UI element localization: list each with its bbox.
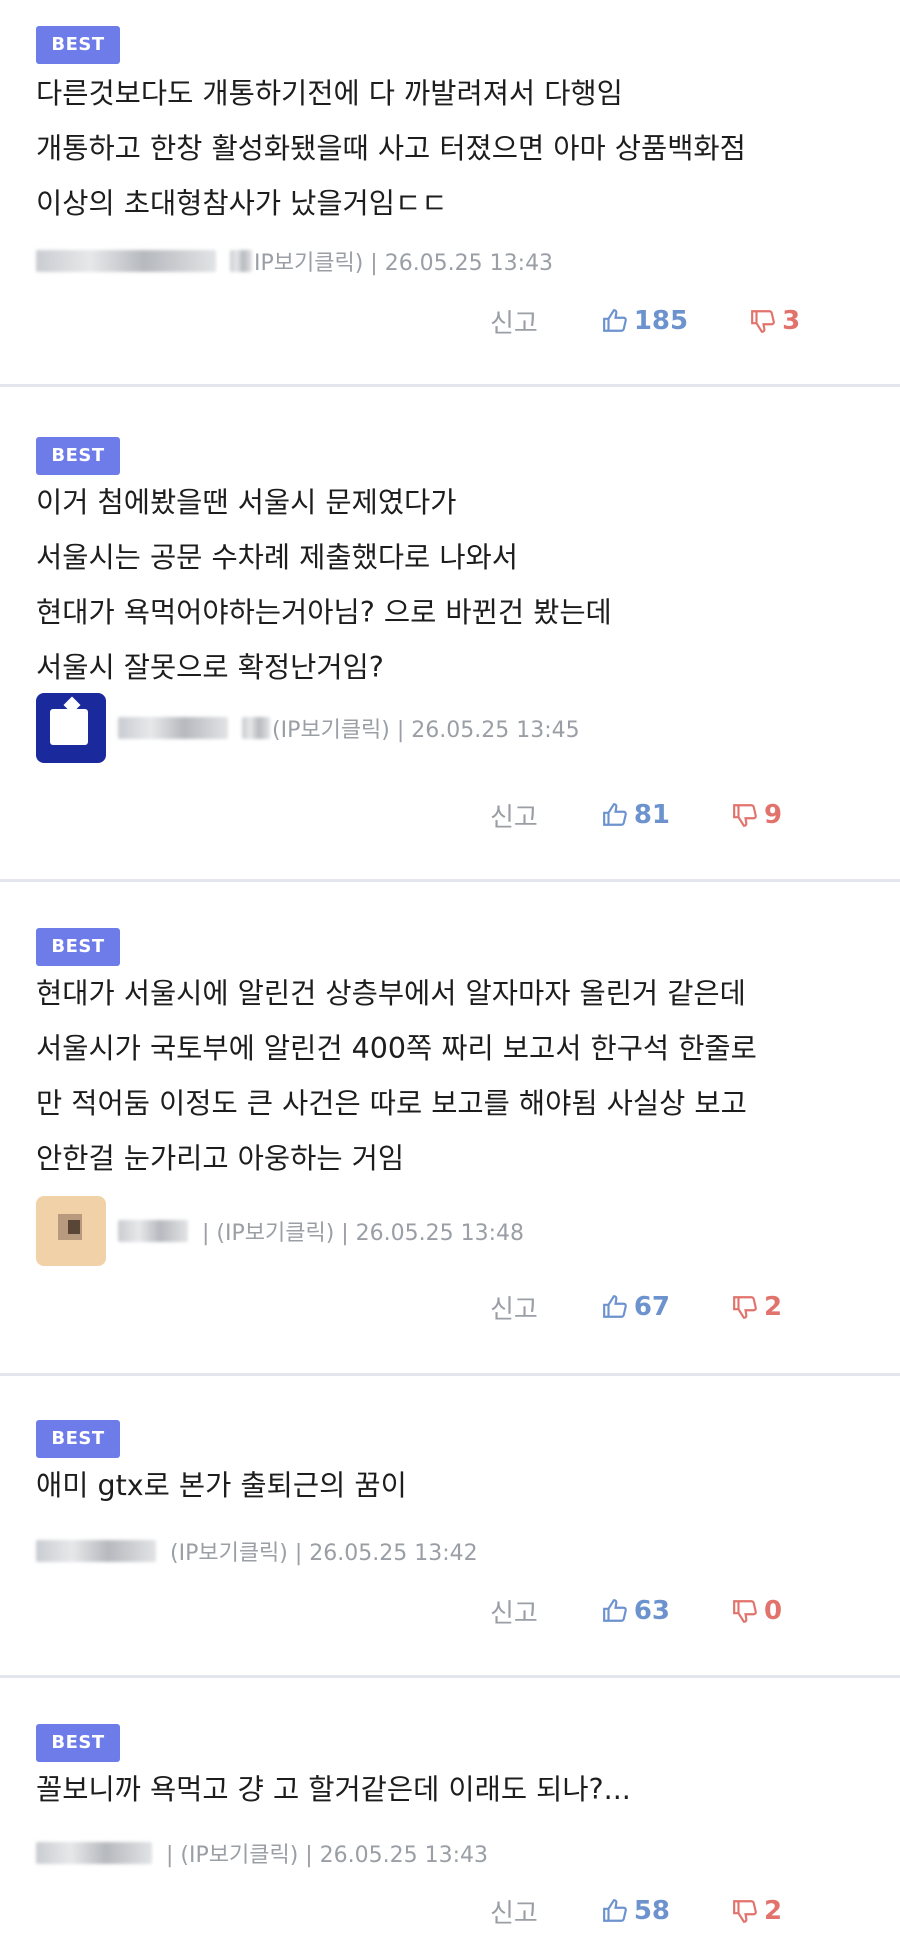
best-badge: BEST — [36, 928, 120, 966]
comment-meta: IP보기클릭) | 26.05.25 13:43 — [36, 236, 553, 286]
comment-actions: 신고 67 2 — [490, 1282, 782, 1332]
comment-line: 서울시가 국토부에 알린건 400쪽 짜리 보고서 한구석 한줄로 — [36, 1032, 757, 1065]
comment-meta-text: IP보기클릭) | 26.05.25 13:43 — [254, 251, 554, 276]
thumbs-down-icon — [733, 1600, 757, 1623]
blurred-username — [242, 717, 270, 739]
report-button[interactable]: 신고 — [490, 1593, 538, 1630]
thumbs-down-icon — [733, 804, 757, 827]
thumbs-up-icon — [602, 1899, 627, 1922]
like-count: 58 — [633, 1896, 671, 1926]
like-button[interactable]: 58 — [602, 1896, 670, 1926]
comment-body: 애미 gtx로 본가 출퇴근의 꿈이 — [36, 1458, 880, 1513]
blurred-username — [118, 1220, 188, 1242]
comment-line: 현대가 욕먹어야하는거아님? 으로 바뀐건 봤는데 — [36, 596, 612, 629]
blurred-username — [230, 250, 252, 272]
report-button[interactable]: 신고 — [490, 1289, 538, 1326]
like-count: 81 — [633, 800, 671, 830]
comment-meta-text: (IP보기클릭) | 26.05.25 13:42 — [170, 1541, 478, 1566]
dislike-count: 2 — [764, 1896, 783, 1926]
comment-body: 다른것보다도 개통하기전에 다 까발려져서 다행임 개통하고 한창 활성화됐을때… — [36, 66, 880, 231]
comment-card: BEST 다른것보다도 개통하기전에 다 까발려져서 다행임 개통하고 한창 활… — [0, 0, 900, 387]
comment-card: BEST 이거 첨에봤을땐 서울시 문제였다가 서울시는 공문 수차례 제출했다… — [0, 387, 900, 882]
comment-line: 서울시는 공문 수차례 제출했다로 나와서 — [36, 541, 518, 574]
blurred-username — [118, 717, 228, 739]
dislike-button[interactable]: 2 — [732, 1896, 782, 1926]
thumbs-down-icon — [751, 310, 775, 333]
comment-body: 현대가 서울시에 알린건 상층부에서 알자마자 올린거 같은데 서울시가 국토부… — [36, 966, 880, 1186]
comment-actions: 신고 185 3 — [490, 296, 800, 346]
blurred-username — [36, 1540, 156, 1562]
like-button[interactable]: 67 — [602, 1292, 670, 1322]
dislike-button[interactable]: 2 — [732, 1292, 782, 1322]
like-count: 185 — [633, 306, 689, 336]
comment-body: 이거 첨에봤을땐 서울시 문제였다가 서울시는 공문 수차례 제출했다로 나와서… — [36, 475, 880, 695]
comment-card: BEST 애미 gtx로 본가 출퇴근의 꿈이 (IP보기클릭) | 26.05… — [0, 1376, 900, 1678]
dislike-count: 3 — [782, 306, 801, 336]
comment-line: 다른것보다도 개통하기전에 다 까발려져서 다행임 — [36, 77, 623, 110]
comment-meta: | (IP보기클릭) | 26.05.25 13:43 — [36, 1828, 488, 1878]
comment-actions: 신고 63 0 — [490, 1586, 782, 1636]
comment-meta: (IP보기클릭) | 26.05.25 13:42 — [36, 1526, 478, 1576]
comment-meta-text: (IP보기클릭) | 26.05.25 13:45 — [272, 718, 580, 743]
avatar — [36, 1196, 106, 1266]
comment-meta-text: | (IP보기클릭) | 26.05.25 13:43 — [166, 1843, 489, 1868]
report-button[interactable]: 신고 — [490, 303, 538, 340]
thumbs-up-icon — [602, 309, 627, 332]
comment-body: 꼴보니까 욕먹고 걍 고 할거같은데 이래도 되나?... — [36, 1762, 880, 1817]
thumbs-up-icon — [602, 1295, 627, 1318]
comment-actions: 신고 81 9 — [490, 790, 782, 840]
thumbs-up-icon — [602, 1599, 627, 1622]
comment-line: 만 적어둠 이정도 큰 사건은 따로 보고를 해야됨 사실상 보고 — [36, 1087, 747, 1120]
like-count: 67 — [633, 1292, 671, 1322]
blurred-username — [36, 250, 216, 272]
like-button[interactable]: 81 — [602, 800, 670, 830]
dislike-count: 9 — [764, 800, 783, 830]
avatar — [36, 693, 106, 763]
thumbs-down-icon — [733, 1900, 757, 1923]
comment-meta: | (IP보기클릭) | 26.05.25 13:48 — [36, 1194, 524, 1268]
dislike-button[interactable]: 3 — [750, 306, 800, 336]
comment-line: 개통하고 한창 활성화됐을때 사고 터졌으면 아마 상품백화점 — [36, 132, 746, 165]
comment-actions: 신고 58 2 — [490, 1886, 782, 1936]
best-badge: BEST — [36, 1724, 120, 1762]
comment-line: 이거 첨에봤을땐 서울시 문제였다가 — [36, 486, 457, 519]
best-badge: BEST — [36, 1420, 120, 1458]
dislike-button[interactable]: 0 — [732, 1596, 782, 1626]
comment-line: 서울시 잘못으로 확정난거임? — [36, 651, 384, 684]
comment-card: BEST 꼴보니까 욕먹고 걍 고 할거같은데 이래도 되나?... | (IP… — [0, 1678, 900, 1947]
dislike-count: 2 — [764, 1292, 783, 1322]
comment-card: BEST 현대가 서울시에 알린건 상층부에서 알자마자 올린거 같은데 서울시… — [0, 882, 900, 1376]
comment-meta: (IP보기클릭) | 26.05.25 13:45 — [36, 691, 580, 765]
best-badge: BEST — [36, 26, 120, 64]
comment-line: 안한걸 눈가리고 아웅하는 거임 — [36, 1142, 405, 1175]
like-count: 63 — [633, 1596, 671, 1626]
comment-meta-text: | (IP보기클릭) | 26.05.25 13:48 — [202, 1221, 525, 1246]
dislike-count: 0 — [764, 1596, 783, 1626]
comment-line: 꼴보니까 욕먹고 걍 고 할거같은데 이래도 되나?... — [36, 1773, 631, 1806]
like-button[interactable]: 63 — [602, 1596, 670, 1626]
dislike-button[interactable]: 9 — [732, 800, 782, 830]
comment-line: 애미 gtx로 본가 출퇴근의 꿈이 — [36, 1469, 407, 1502]
best-badge: BEST — [36, 437, 120, 475]
report-button[interactable]: 신고 — [490, 1893, 538, 1930]
report-button[interactable]: 신고 — [490, 797, 538, 834]
like-button[interactable]: 185 — [602, 306, 688, 336]
thumbs-up-icon — [602, 803, 627, 826]
comment-line: 현대가 서울시에 알린건 상층부에서 알자마자 올린거 같은데 — [36, 977, 746, 1010]
comment-line: 이상의 초대형참사가 났을거임ㄷㄷ — [36, 187, 448, 220]
blurred-username — [36, 1842, 152, 1864]
thumbs-down-icon — [733, 1296, 757, 1319]
